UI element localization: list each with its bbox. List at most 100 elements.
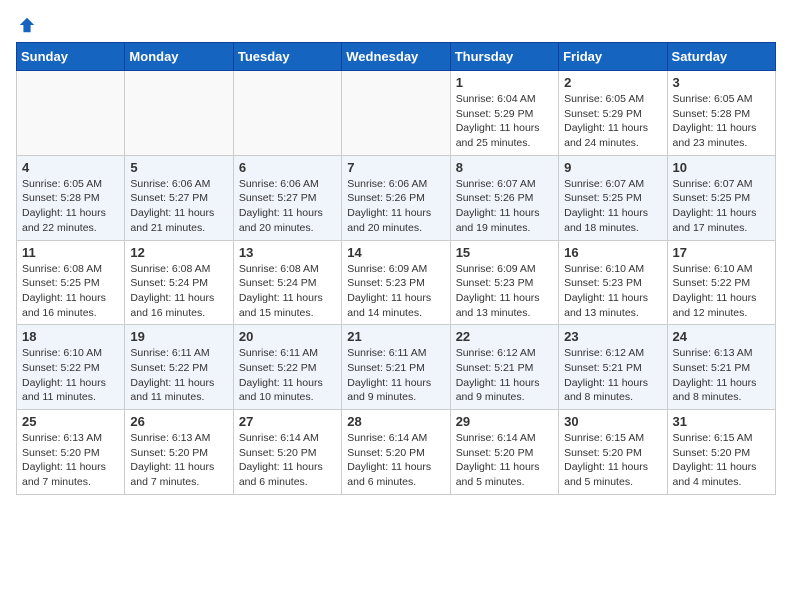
day-info: Sunrise: 6:07 AM Sunset: 5:25 PM Dayligh… <box>564 177 661 236</box>
calendar-cell: 4 Sunrise: 6:05 AM Sunset: 5:28 PM Daylig… <box>17 155 125 240</box>
weekday-header: Monday <box>125 43 233 71</box>
day-info: Sunrise: 6:11 AM Sunset: 5:21 PM Dayligh… <box>347 346 444 405</box>
day-number: 9 <box>564 160 661 175</box>
calendar-cell: 30 Sunrise: 6:15 AM Sunset: 5:20 PM Dayli… <box>559 410 667 495</box>
calendar-header-row: SundayMondayTuesdayWednesdayThursdayFrid… <box>17 43 776 71</box>
calendar-cell: 10 Sunrise: 6:07 AM Sunset: 5:25 PM Dayli… <box>667 155 775 240</box>
weekday-header: Thursday <box>450 43 558 71</box>
calendar-cell: 23Sunrise: 6:12 AM Sunset: 5:21 PM Dayli… <box>559 325 667 410</box>
calendar-cell: 27 Sunrise: 6:14 AM Sunset: 5:20 PM Dayli… <box>233 410 341 495</box>
calendar-cell: 20 Sunrise: 6:11 AM Sunset: 5:22 PM Dayli… <box>233 325 341 410</box>
day-info: Sunrise: 6:05 AM Sunset: 5:28 PM Dayligh… <box>22 177 119 236</box>
day-number: 15 <box>456 245 553 260</box>
day-number: 21 <box>347 329 444 344</box>
day-info: Sunrise: 6:06 AM Sunset: 5:26 PM Dayligh… <box>347 177 444 236</box>
calendar-cell: 1 Sunrise: 6:04 AM Sunset: 5:29 PM Daylig… <box>450 71 558 156</box>
calendar-cell: 9 Sunrise: 6:07 AM Sunset: 5:25 PM Daylig… <box>559 155 667 240</box>
day-number: 4 <box>22 160 119 175</box>
calendar-cell <box>342 71 450 156</box>
day-info: Sunrise: 6:10 AM Sunset: 5:22 PM Dayligh… <box>22 346 119 405</box>
weekday-header: Sunday <box>17 43 125 71</box>
calendar-week-row: 1 Sunrise: 6:04 AM Sunset: 5:29 PM Daylig… <box>17 71 776 156</box>
day-info: Sunrise: 6:09 AM Sunset: 5:23 PM Dayligh… <box>347 262 444 321</box>
calendar-cell: 28 Sunrise: 6:14 AM Sunset: 5:20 PM Dayli… <box>342 410 450 495</box>
day-number: 31 <box>673 414 770 429</box>
day-number: 24 <box>673 329 770 344</box>
day-number: 29 <box>456 414 553 429</box>
day-info: Sunrise: 6:11 AM Sunset: 5:22 PM Dayligh… <box>239 346 336 405</box>
calendar-cell: 19Sunrise: 6:11 AM Sunset: 5:22 PM Dayli… <box>125 325 233 410</box>
calendar-cell: 31 Sunrise: 6:15 AM Sunset: 5:20 PM Dayli… <box>667 410 775 495</box>
day-number: 3 <box>673 75 770 90</box>
day-number: 18 <box>22 329 119 344</box>
day-info: Sunrise: 6:06 AM Sunset: 5:27 PM Dayligh… <box>130 177 227 236</box>
calendar-cell: 5 Sunrise: 6:06 AM Sunset: 5:27 PM Daylig… <box>125 155 233 240</box>
day-info: Sunrise: 6:05 AM Sunset: 5:29 PM Dayligh… <box>564 92 661 151</box>
calendar-cell: 13Sunrise: 6:08 AM Sunset: 5:24 PM Dayli… <box>233 240 341 325</box>
day-info: Sunrise: 6:10 AM Sunset: 5:23 PM Dayligh… <box>564 262 661 321</box>
calendar-cell: 2 Sunrise: 6:05 AM Sunset: 5:29 PM Daylig… <box>559 71 667 156</box>
weekday-header: Tuesday <box>233 43 341 71</box>
calendar-cell: 7 Sunrise: 6:06 AM Sunset: 5:26 PM Daylig… <box>342 155 450 240</box>
day-info: Sunrise: 6:14 AM Sunset: 5:20 PM Dayligh… <box>347 431 444 490</box>
day-info: Sunrise: 6:13 AM Sunset: 5:21 PM Dayligh… <box>673 346 770 405</box>
day-number: 10 <box>673 160 770 175</box>
calendar-cell: 24 Sunrise: 6:13 AM Sunset: 5:21 PM Dayli… <box>667 325 775 410</box>
calendar-cell: 6Sunrise: 6:06 AM Sunset: 5:27 PM Daylig… <box>233 155 341 240</box>
calendar-cell: 22 Sunrise: 6:12 AM Sunset: 5:21 PM Dayli… <box>450 325 558 410</box>
logo <box>16 16 36 34</box>
calendar-cell <box>17 71 125 156</box>
day-number: 6 <box>239 160 336 175</box>
weekday-header: Saturday <box>667 43 775 71</box>
day-info: Sunrise: 6:13 AM Sunset: 5:20 PM Dayligh… <box>130 431 227 490</box>
calendar-cell: 25 Sunrise: 6:13 AM Sunset: 5:20 PM Dayli… <box>17 410 125 495</box>
day-number: 28 <box>347 414 444 429</box>
calendar-cell <box>125 71 233 156</box>
day-number: 1 <box>456 75 553 90</box>
day-number: 8 <box>456 160 553 175</box>
page-header <box>16 16 776 34</box>
day-info: Sunrise: 6:13 AM Sunset: 5:20 PM Dayligh… <box>22 431 119 490</box>
day-number: 16 <box>564 245 661 260</box>
day-number: 13 <box>239 245 336 260</box>
calendar-week-row: 4 Sunrise: 6:05 AM Sunset: 5:28 PM Daylig… <box>17 155 776 240</box>
calendar-cell: 18 Sunrise: 6:10 AM Sunset: 5:22 PM Dayli… <box>17 325 125 410</box>
day-number: 11 <box>22 245 119 260</box>
calendar-cell: 26Sunrise: 6:13 AM Sunset: 5:20 PM Dayli… <box>125 410 233 495</box>
day-info: Sunrise: 6:10 AM Sunset: 5:22 PM Dayligh… <box>673 262 770 321</box>
day-info: Sunrise: 6:15 AM Sunset: 5:20 PM Dayligh… <box>673 431 770 490</box>
calendar-week-row: 25 Sunrise: 6:13 AM Sunset: 5:20 PM Dayli… <box>17 410 776 495</box>
logo-icon <box>18 16 36 34</box>
calendar-cell: 3 Sunrise: 6:05 AM Sunset: 5:28 PM Daylig… <box>667 71 775 156</box>
day-number: 20 <box>239 329 336 344</box>
day-number: 2 <box>564 75 661 90</box>
day-info: Sunrise: 6:08 AM Sunset: 5:25 PM Dayligh… <box>22 262 119 321</box>
day-number: 27 <box>239 414 336 429</box>
day-number: 17 <box>673 245 770 260</box>
day-number: 5 <box>130 160 227 175</box>
day-info: Sunrise: 6:05 AM Sunset: 5:28 PM Dayligh… <box>673 92 770 151</box>
day-number: 14 <box>347 245 444 260</box>
day-number: 30 <box>564 414 661 429</box>
day-number: 25 <box>22 414 119 429</box>
day-info: Sunrise: 6:15 AM Sunset: 5:20 PM Dayligh… <box>564 431 661 490</box>
day-number: 7 <box>347 160 444 175</box>
day-info: Sunrise: 6:07 AM Sunset: 5:26 PM Dayligh… <box>456 177 553 236</box>
calendar-cell: 12Sunrise: 6:08 AM Sunset: 5:24 PM Dayli… <box>125 240 233 325</box>
day-number: 23 <box>564 329 661 344</box>
weekday-header: Friday <box>559 43 667 71</box>
calendar-cell: 11 Sunrise: 6:08 AM Sunset: 5:25 PM Dayli… <box>17 240 125 325</box>
weekday-header: Wednesday <box>342 43 450 71</box>
day-info: Sunrise: 6:14 AM Sunset: 5:20 PM Dayligh… <box>456 431 553 490</box>
calendar-cell: 14 Sunrise: 6:09 AM Sunset: 5:23 PM Dayli… <box>342 240 450 325</box>
day-info: Sunrise: 6:08 AM Sunset: 5:24 PM Dayligh… <box>130 262 227 321</box>
day-info: Sunrise: 6:12 AM Sunset: 5:21 PM Dayligh… <box>456 346 553 405</box>
day-info: Sunrise: 6:04 AM Sunset: 5:29 PM Dayligh… <box>456 92 553 151</box>
calendar-cell: 16 Sunrise: 6:10 AM Sunset: 5:23 PM Dayli… <box>559 240 667 325</box>
day-number: 22 <box>456 329 553 344</box>
day-info: Sunrise: 6:07 AM Sunset: 5:25 PM Dayligh… <box>673 177 770 236</box>
day-number: 19 <box>130 329 227 344</box>
calendar-week-row: 11 Sunrise: 6:08 AM Sunset: 5:25 PM Dayli… <box>17 240 776 325</box>
day-info: Sunrise: 6:14 AM Sunset: 5:20 PM Dayligh… <box>239 431 336 490</box>
calendar-cell <box>233 71 341 156</box>
